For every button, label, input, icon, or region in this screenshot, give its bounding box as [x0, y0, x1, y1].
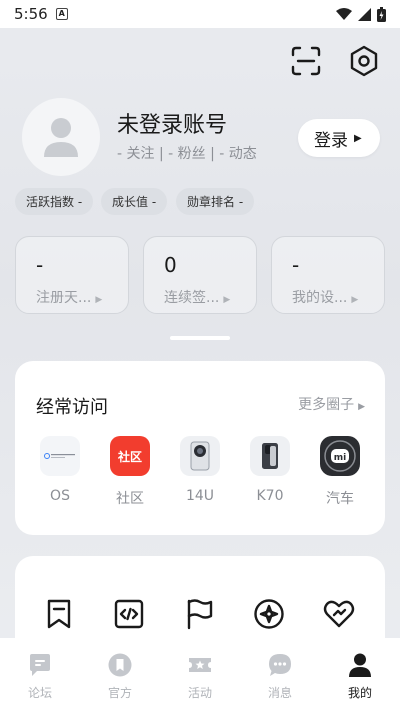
stat-value: -	[36, 253, 44, 277]
stat-card-checkin-streak[interactable]: 0 连续签... ▶	[143, 236, 257, 314]
login-button-label: 登录	[314, 130, 348, 151]
visit-item-label: K70	[256, 488, 284, 504]
visit-item-os[interactable]: OS	[30, 436, 90, 504]
profile-icon	[347, 652, 373, 678]
triangle-right-icon: ▶	[351, 295, 359, 305]
phone-14u-icon	[180, 436, 220, 476]
visit-item-label: 汽车	[326, 491, 354, 507]
stat-card-register-days[interactable]: - 注册天... ▶	[15, 236, 129, 314]
nav-tab-activity[interactable]: 活动	[160, 638, 240, 710]
frequent-visits-title: 经常访问	[36, 397, 108, 418]
visit-item-k70[interactable]: K70	[240, 436, 300, 504]
status-bar: 5:56 A	[0, 0, 400, 28]
visit-item-label: 社区	[116, 491, 144, 507]
message-icon	[267, 652, 293, 678]
stat-label: 连续签... ▶	[164, 290, 231, 306]
chevron-right-icon: ▶	[354, 132, 362, 144]
xiaomi-auto-icon: mi	[320, 436, 360, 476]
wifi-icon	[336, 7, 352, 20]
code-icon[interactable]	[113, 598, 145, 630]
settings-icon[interactable]	[346, 43, 382, 79]
nav-tab-official[interactable]: 官方	[80, 638, 160, 710]
compass-icon[interactable]	[253, 598, 285, 630]
more-circles-link[interactable]: 更多圈子 ▶	[298, 394, 365, 414]
activity-icon	[187, 652, 213, 678]
scan-icon[interactable]	[288, 43, 324, 79]
nav-label: 论坛	[27, 686, 52, 700]
triangle-right-icon: ▶	[358, 402, 365, 412]
triangle-right-icon: ▶	[95, 295, 103, 305]
triangle-right-icon: ▶	[223, 295, 231, 305]
stat-value: 0	[164, 253, 177, 277]
login-button[interactable]: 登录 ▶	[298, 119, 380, 157]
visit-item-community[interactable]: 社区 社区	[100, 436, 160, 508]
phone-k70-icon	[250, 436, 290, 476]
follow-stats[interactable]: - 关注 | - 粉丝 | - 动态	[117, 143, 257, 163]
chip-growth-value[interactable]: 成长值 -	[101, 188, 168, 215]
stat-label: 我的设... ▶	[292, 290, 359, 306]
visit-item-auto[interactable]: mi 汽车	[310, 436, 370, 508]
page-indicator	[170, 336, 230, 340]
visit-item-14u[interactable]: 14U	[170, 436, 230, 504]
app-notification-icon: A	[55, 8, 68, 20]
status-right-icons	[336, 6, 386, 22]
forum-icon	[27, 652, 53, 678]
svg-text:mi: mi	[334, 453, 346, 463]
avatar[interactable]	[22, 98, 100, 176]
chip-activity-index[interactable]: 活跃指数 -	[15, 188, 94, 215]
nav-tab-forum[interactable]: 论坛	[0, 638, 80, 710]
nav-tab-messages[interactable]: 消息	[240, 638, 320, 710]
community-icon: 社区	[110, 436, 150, 476]
username[interactable]: 未登录账号	[117, 107, 227, 139]
nav-label: 我的	[347, 686, 372, 700]
stat-label: 注册天... ▶	[36, 290, 103, 306]
stat-value: -	[292, 253, 300, 277]
nav-label: 官方	[107, 686, 132, 700]
nav-label: 消息	[267, 686, 292, 700]
stat-card-my-devices[interactable]: - 我的设... ▶	[271, 236, 385, 314]
bottom-navigation: 论坛 官方 活动 消息 我的	[0, 638, 400, 710]
frequent-visits-card: 经常访问 更多圈子 ▶ OS 社区 社区 14U K70 mi 汽车	[15, 361, 385, 535]
visit-item-label: OS	[50, 488, 70, 504]
chip-medal-rank[interactable]: 勋章排名 -	[176, 188, 255, 215]
status-time: 5:56	[14, 5, 48, 23]
xiaomi-hyperos-icon	[40, 436, 80, 476]
nav-label: 活动	[187, 686, 212, 700]
battery-icon	[377, 6, 386, 22]
official-icon	[107, 652, 133, 678]
nav-tab-mine[interactable]: 我的	[320, 638, 400, 710]
heart-icon[interactable]	[323, 598, 355, 630]
flag-icon[interactable]	[183, 598, 215, 630]
visit-item-label: 14U	[185, 488, 215, 504]
signal-icon	[358, 7, 371, 21]
bookmark-icon[interactable]	[43, 598, 75, 630]
user-placeholder-icon	[44, 118, 78, 157]
